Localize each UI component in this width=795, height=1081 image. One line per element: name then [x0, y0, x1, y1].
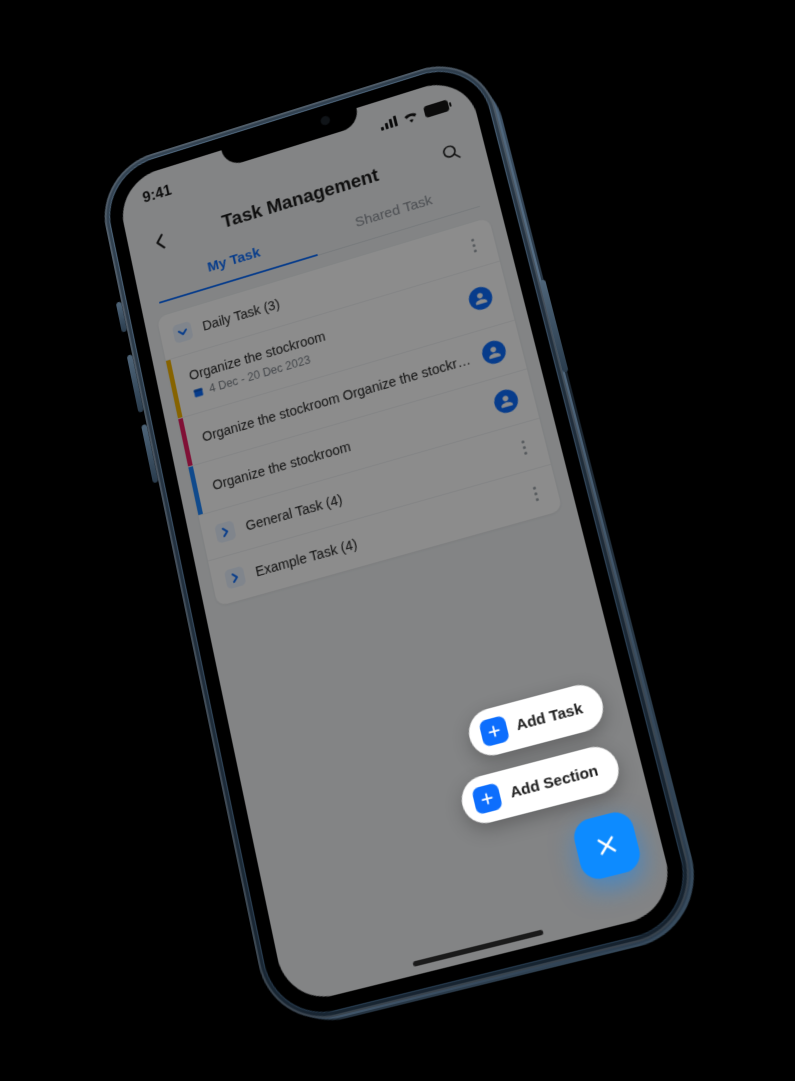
assignee-avatar[interactable]	[492, 387, 521, 416]
add-section-label: Add Section	[508, 761, 600, 801]
calendar-icon	[192, 385, 205, 399]
wifi-icon	[401, 108, 420, 124]
search-button[interactable]	[434, 135, 468, 170]
fab-menu: Add Task Add Section	[443, 680, 644, 908]
chevron-right-icon	[224, 566, 247, 590]
search-icon	[440, 141, 463, 164]
section-menu-button[interactable]	[510, 437, 537, 458]
close-icon	[593, 831, 621, 859]
fab-close-button[interactable]	[570, 808, 643, 882]
chevron-down-icon	[172, 321, 194, 344]
battery-icon	[423, 99, 450, 118]
home-indicator[interactable]	[412, 929, 543, 966]
add-section-button[interactable]: Add Section	[458, 742, 624, 828]
add-task-label: Add Task	[514, 699, 584, 733]
status-time: 9:41	[141, 183, 173, 207]
plus-icon	[478, 715, 510, 748]
section-menu-button[interactable]	[460, 235, 486, 255]
section-menu-button[interactable]	[522, 483, 549, 504]
plus-icon	[472, 782, 504, 815]
signal-icon	[379, 115, 398, 131]
add-task-button[interactable]: Add Task	[464, 680, 608, 761]
chevron-right-icon	[214, 520, 236, 544]
